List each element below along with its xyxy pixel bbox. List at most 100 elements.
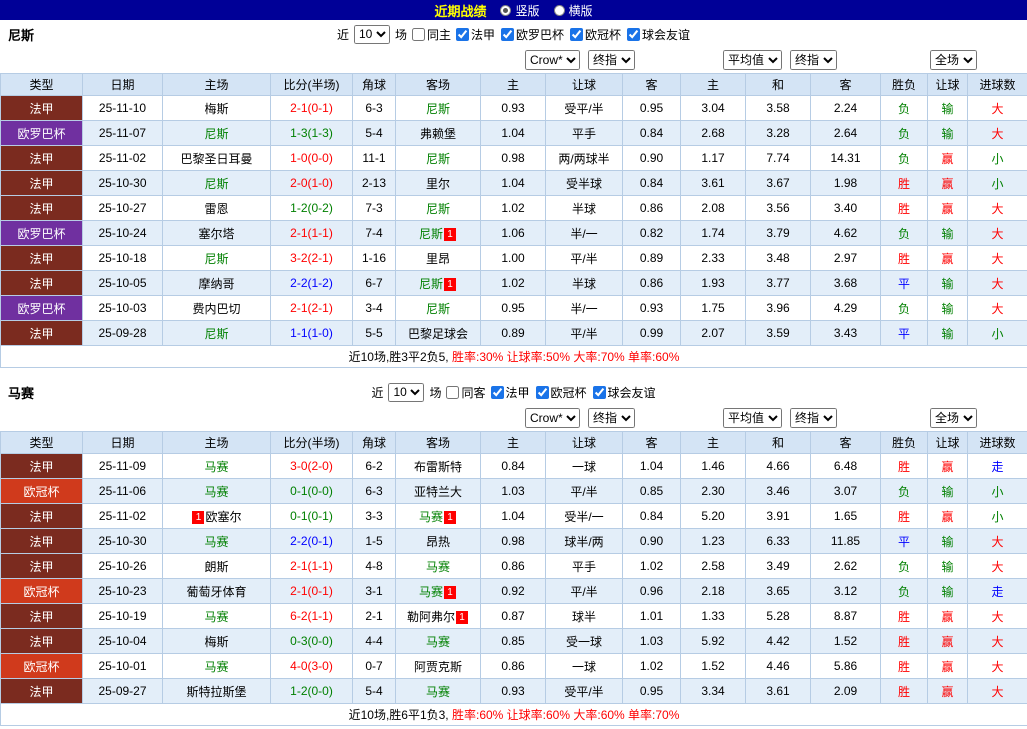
euro-home-odds: 5.92 — [680, 628, 746, 654]
euro-draw-odds: 3.49 — [745, 553, 811, 579]
euro-home-odds: 1.46 — [680, 453, 746, 479]
scope-select[interactable]: 全场 — [930, 408, 977, 428]
home-team-cell: 马赛 — [162, 528, 271, 554]
asia-home-odds: 0.93 — [480, 678, 546, 704]
asia-home-odds: 0.86 — [480, 653, 546, 679]
scope-select[interactable]: 全场 — [930, 50, 977, 70]
away-team-cell: 马赛 1 — [395, 578, 481, 604]
summary-row: 近10场,胜3平2负5, 胜率:30% 让球率:50% 大率:70% 单率:60… — [0, 345, 1027, 368]
recent-count-select[interactable]: 10 — [353, 24, 390, 44]
asia-handicap: 一球 — [545, 653, 623, 679]
league-checkbox-input[interactable] — [455, 27, 469, 41]
asia-handicap: 半球 — [545, 270, 623, 296]
date-cell: 25-09-27 — [82, 678, 163, 704]
away-team-cell: 尼斯 — [395, 95, 481, 121]
league-filter-checkbox[interactable]: 球会友谊 — [627, 26, 690, 43]
date-cell: 25-11-07 — [82, 120, 163, 146]
recent-count-select[interactable]: 10 — [388, 382, 425, 402]
asia-handicap: 半球 — [545, 195, 623, 221]
column-header: 比分(半场) — [270, 431, 353, 454]
league-filter-checkbox[interactable]: 法甲 — [455, 26, 495, 43]
bookmaker-select[interactable]: Crow* — [525, 50, 580, 70]
league-checkbox-input[interactable] — [592, 385, 606, 399]
team-name: 弗赖堡 — [419, 126, 456, 141]
match-row: 法甲 25-10-04 梅斯 0-3(0-0) 4-4 马赛 0.85 受一球 1.03 5.92… — [0, 628, 1027, 654]
team-name: 雷恩 — [204, 201, 229, 216]
match-row: 法甲 25-09-28 尼斯 1-1(1-0) 5-5 巴黎足球会 0.89 平/半 0.99 2… — [0, 320, 1027, 346]
result-goals: 大 — [967, 528, 1027, 554]
same-venue-input[interactable] — [446, 385, 460, 399]
euro-draw-odds: 3.77 — [745, 270, 811, 296]
league-checkbox-input[interactable] — [501, 27, 514, 41]
score-cell: 1-2(0-0) — [270, 678, 353, 704]
summary-rates: 胜率:30% 让球率:50% 大率:70% 单率:60% — [451, 350, 680, 364]
euro-final-select[interactable]: 终指 — [790, 408, 837, 428]
league-checkbox-input[interactable] — [627, 27, 641, 41]
euro-final-select[interactable]: 终指 — [790, 50, 837, 70]
asia-home-odds: 0.98 — [480, 528, 546, 554]
home-team-cell: 塞尔塔 — [162, 220, 271, 246]
asia-final-select[interactable]: 终指 — [588, 408, 635, 428]
euro-home-odds: 1.75 — [680, 295, 746, 321]
league-checkbox-input[interactable] — [535, 385, 549, 399]
team-name: 巴黎足球会 — [407, 326, 468, 341]
header-row: 类型 日期 主场 比分(半场) 角球 客场主让球客主和客胜负 让球 进球数 — [0, 73, 1027, 96]
same-venue-checkbox[interactable]: 同主 — [411, 26, 451, 43]
team-name: 尼斯 — [425, 301, 450, 316]
radio-unselected-icon[interactable] — [553, 4, 565, 16]
asia-away-odds: 1.01 — [622, 603, 681, 629]
league-checkbox-input[interactable] — [570, 27, 584, 41]
team-name: 马赛 — [204, 659, 229, 674]
top-title-bar: 近期战绩 竖版 横版 — [0, 0, 1027, 20]
result-goals: 小 — [967, 145, 1027, 171]
asia-away-odds: 0.96 — [622, 578, 681, 604]
bookmaker-select[interactable]: Crow* — [525, 408, 580, 428]
euro-home-odds: 2.58 — [680, 553, 746, 579]
result-goals: 大 — [967, 195, 1027, 221]
away-team-cell: 勒阿弗尔 1 — [395, 603, 481, 629]
average-select[interactable]: 平均值 — [723, 50, 782, 70]
score-cell: 2-2(1-2) — [270, 270, 353, 296]
league-type-cell: 法甲 — [0, 553, 83, 579]
same-venue-input[interactable] — [411, 27, 425, 41]
league-type-cell: 法甲 — [0, 95, 83, 121]
asia-away-odds: 0.82 — [622, 220, 681, 246]
same-venue-checkbox[interactable]: 同客 — [446, 384, 486, 401]
league-type-cell: 法甲 — [0, 145, 83, 171]
date-cell: 25-10-18 — [82, 245, 163, 271]
column-header: 日期 — [82, 431, 163, 454]
average-select[interactable]: 平均值 — [723, 408, 782, 428]
euro-draw-odds: 4.46 — [745, 653, 811, 679]
result-handicap: 输 — [927, 528, 968, 554]
summary-record: 近10场,胜6平1负3, — [348, 708, 449, 722]
league-filter-checkbox[interactable]: 欧冠杯 — [570, 26, 621, 43]
league-filter-label: 欧罗巴杯 — [516, 27, 565, 42]
column-header: 进球数 — [967, 431, 1027, 454]
asia-handicap: 球半 — [545, 603, 623, 629]
league-filter-checkbox[interactable]: 欧冠杯 — [535, 384, 587, 401]
team-name: 里昂 — [425, 251, 450, 266]
result-handicap: 赢 — [927, 628, 968, 654]
league-filter-checkbox[interactable]: 欧罗巴杯 — [501, 26, 564, 43]
asia-away-odds: 0.95 — [622, 95, 681, 121]
asia-final-select[interactable]: 终指 — [588, 50, 635, 70]
date-cell: 25-10-30 — [82, 170, 163, 196]
team-title: 尼斯 — [8, 27, 35, 43]
asia-handicap: 平/半 — [545, 245, 623, 271]
column-header: 客 — [622, 73, 681, 96]
column-header: 让球 — [545, 73, 623, 96]
corner-cell: 4-4 — [352, 628, 396, 654]
league-filter-checkbox[interactable]: 法甲 — [490, 384, 530, 401]
corner-cell: 11-1 — [352, 145, 396, 171]
team-name: 尼斯 — [425, 201, 450, 216]
radio-selected-icon[interactable] — [500, 4, 512, 16]
layout-radio-vertical[interactable]: 竖版 — [500, 2, 540, 19]
corner-cell: 3-3 — [352, 503, 396, 529]
league-checkbox-input[interactable] — [490, 385, 504, 399]
league-filter-checkbox[interactable]: 球会友谊 — [592, 384, 656, 401]
layout-radio-horizontal[interactable]: 横版 — [553, 2, 593, 19]
scope-dropdown: 全场 — [880, 50, 1027, 70]
team-name: 巴黎圣日耳曼 — [180, 151, 253, 166]
date-cell: 25-11-06 — [82, 478, 163, 504]
league-type-cell: 法甲 — [0, 170, 83, 196]
